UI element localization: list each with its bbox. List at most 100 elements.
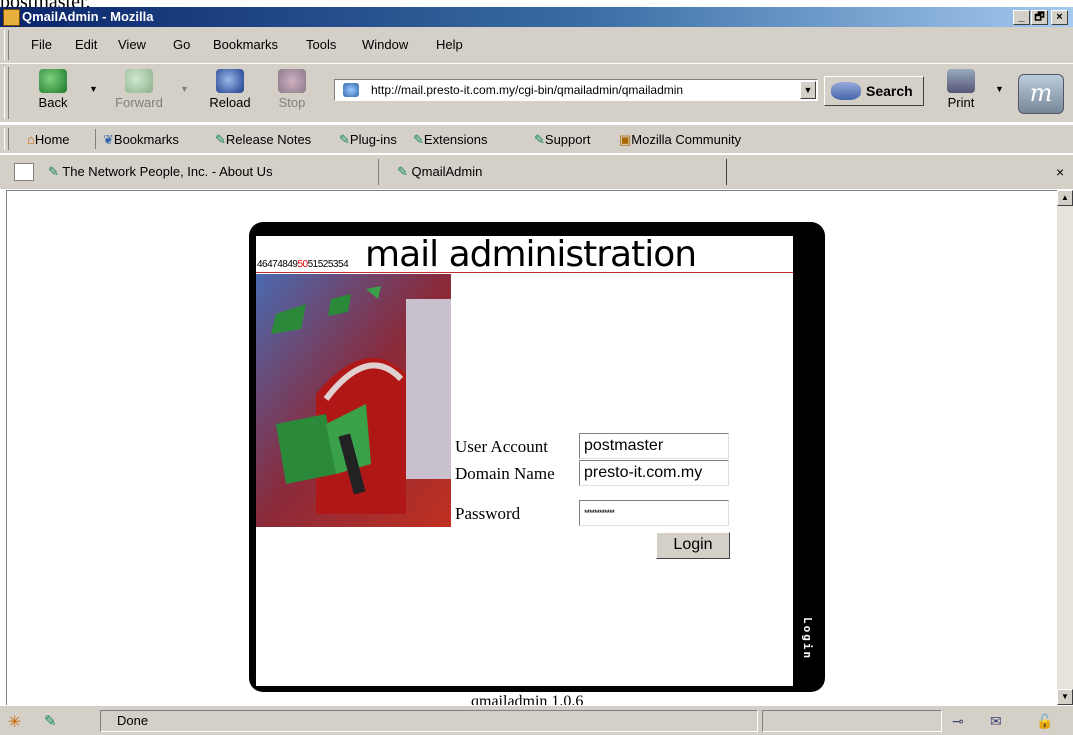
stop-label: Stop xyxy=(278,95,306,110)
back-dropdown-icon[interactable]: ▼ xyxy=(89,84,98,94)
bookmark-bookmarks[interactable]: ❦Bookmarks xyxy=(103,132,179,148)
throbber-status-icon[interactable]: ✳ xyxy=(8,712,30,731)
bookmark-leaf-icon: ✎ xyxy=(413,132,424,147)
bookmark-leaf-icon: ✎ xyxy=(397,164,408,179)
side-login-text: Login xyxy=(801,617,814,661)
search-button[interactable]: Search xyxy=(824,76,924,106)
bookmark-label: Release Notes xyxy=(225,132,312,147)
mozilla-app-icon xyxy=(3,9,20,26)
status-bar: ✳ ✎ Done ⊸ ✉ 🔓 xyxy=(0,705,1073,735)
page-title: mail administration xyxy=(365,234,697,275)
digits-red: 50 xyxy=(297,259,309,270)
menu-tools[interactable]: Tools xyxy=(306,37,336,52)
bookmark-label: Support xyxy=(544,132,591,147)
home-icon: ⌂ xyxy=(27,132,35,147)
digits-black: 46474849 xyxy=(257,259,298,270)
password-input[interactable]: ************ xyxy=(579,500,729,526)
close-tab-button[interactable]: × xyxy=(1056,164,1064,180)
mozilla-throbber-icon[interactable]: m xyxy=(1018,74,1064,114)
url-bar[interactable]: http://mail.presto-it.com.my/cgi-bin/qma… xyxy=(334,79,818,101)
bookmark-label: Mozilla Community xyxy=(631,132,742,147)
header-digits: 464748495051525354 xyxy=(257,259,349,270)
bookmark-extensions[interactable]: ✎Extensions xyxy=(413,132,488,148)
stop-icon xyxy=(278,69,306,93)
header-rule xyxy=(256,272,793,273)
url-input[interactable]: http://mail.presto-it.com.my/cgi-bin/qma… xyxy=(371,83,683,97)
bookmark-leaf-icon: ✎ xyxy=(339,132,350,147)
forward-label: Forward xyxy=(115,95,163,110)
toolbar-grip[interactable] xyxy=(4,128,9,150)
back-button[interactable]: Back xyxy=(28,69,78,110)
scroll-down-icon[interactable]: ▼ xyxy=(1057,689,1073,705)
reload-label: Reload xyxy=(209,95,251,110)
menu-help[interactable]: Help xyxy=(436,37,463,52)
menu-file[interactable]: File xyxy=(31,37,52,52)
stop-button[interactable]: Stop xyxy=(272,69,312,110)
back-label: Back xyxy=(38,95,68,110)
back-arrow-icon xyxy=(39,69,67,93)
reload-button[interactable]: Reload xyxy=(203,69,257,110)
toolbar-grip[interactable] xyxy=(4,30,9,60)
forward-button[interactable]: Forward xyxy=(110,69,168,110)
minimize-button[interactable]: _ xyxy=(1013,10,1030,25)
search-icon xyxy=(831,82,861,100)
status-progress xyxy=(762,710,942,732)
cookie-icon[interactable]: ✉ xyxy=(990,713,1002,730)
user-account-input[interactable]: postmaster xyxy=(579,433,729,459)
login-button[interactable]: Login xyxy=(656,532,730,559)
password-label: Password xyxy=(455,504,521,523)
tab-qmailadmin[interactable]: ✎ QmailAdmin xyxy=(381,159,727,185)
mailbox-art xyxy=(256,274,451,527)
scroll-up-icon[interactable]: ▲ xyxy=(1057,190,1073,206)
reload-icon xyxy=(216,69,244,93)
close-window-button[interactable]: × xyxy=(1051,10,1068,25)
printer-icon xyxy=(947,69,975,93)
menu-bar: File Edit View Go Bookmarks Tools Window… xyxy=(0,27,1073,63)
domain-name-label: Domain Name xyxy=(455,464,555,483)
print-dropdown-icon[interactable]: ▼ xyxy=(995,84,1004,94)
composer-icon[interactable]: ✎ xyxy=(44,712,66,730)
user-account-label: User Account xyxy=(455,437,549,456)
window-title: QmailAdmin - Mozilla xyxy=(22,9,154,24)
menu-edit[interactable]: Edit xyxy=(75,37,97,52)
bookmark-leaf-icon: ✎ xyxy=(48,164,59,179)
print-button[interactable]: Print xyxy=(944,69,978,110)
tab-label: QmailAdmin xyxy=(411,164,483,179)
security-lock-icon[interactable]: 🔓 xyxy=(1036,713,1053,730)
tab-about-us[interactable]: ✎ The Network People, Inc. - About Us xyxy=(48,159,379,185)
toolbar-grip[interactable] xyxy=(4,67,9,119)
bookmark-leaf-icon: ✎ xyxy=(215,132,226,147)
maximize-button[interactable]: 🗗 xyxy=(1031,10,1048,25)
bookmarks-toolbar: ⌂Home ❦Bookmarks ✎Release Notes ✎Plug-in… xyxy=(0,124,1073,153)
tab-bar: ✎ The Network People, Inc. - About Us ✎ … xyxy=(0,154,1073,189)
mail-illustration xyxy=(256,274,451,527)
new-tab-icon[interactable] xyxy=(14,163,34,181)
print-label: Print xyxy=(947,95,975,110)
bookmark-mozilla-community[interactable]: ▣Mozilla Community xyxy=(619,132,741,148)
folder-icon: ▣ xyxy=(619,132,632,147)
bookmark-label: Plug-ins xyxy=(349,132,397,147)
bookmark-home[interactable]: ⌂Home xyxy=(27,132,70,147)
page-proxy-icon[interactable] xyxy=(343,83,359,97)
online-status-icon[interactable]: ⊸ xyxy=(952,713,964,730)
menu-bookmarks[interactable]: Bookmarks xyxy=(213,37,278,52)
domain-name-input[interactable]: presto-it.com.my xyxy=(579,460,729,486)
bookmark-plugins[interactable]: ✎Plug-ins xyxy=(339,132,397,148)
separator xyxy=(95,129,96,149)
bookmark-release-notes[interactable]: ✎Release Notes xyxy=(215,132,311,148)
bookmark-label: Extensions xyxy=(423,132,488,147)
bookmarks-icon: ❦ xyxy=(103,132,114,147)
menu-go[interactable]: Go xyxy=(173,37,190,52)
bookmark-leaf-icon: ✎ xyxy=(534,132,545,147)
status-text: Done xyxy=(100,710,758,732)
url-dropdown-icon[interactable]: ▼ xyxy=(800,81,816,99)
page-content: 464748495051525354 mail administration U… xyxy=(6,190,1058,706)
menu-view[interactable]: View xyxy=(118,37,146,52)
menu-window[interactable]: Window xyxy=(362,37,408,52)
vertical-scrollbar[interactable]: ▲ ▼ xyxy=(1057,190,1073,705)
forward-dropdown-icon[interactable]: ▼ xyxy=(180,84,189,94)
qmail-login-panel: 464748495051525354 mail administration U… xyxy=(249,222,825,692)
bookmark-support[interactable]: ✎Support xyxy=(534,132,590,148)
digits-black: 5152535 xyxy=(307,259,344,270)
search-label: Search xyxy=(866,83,913,99)
